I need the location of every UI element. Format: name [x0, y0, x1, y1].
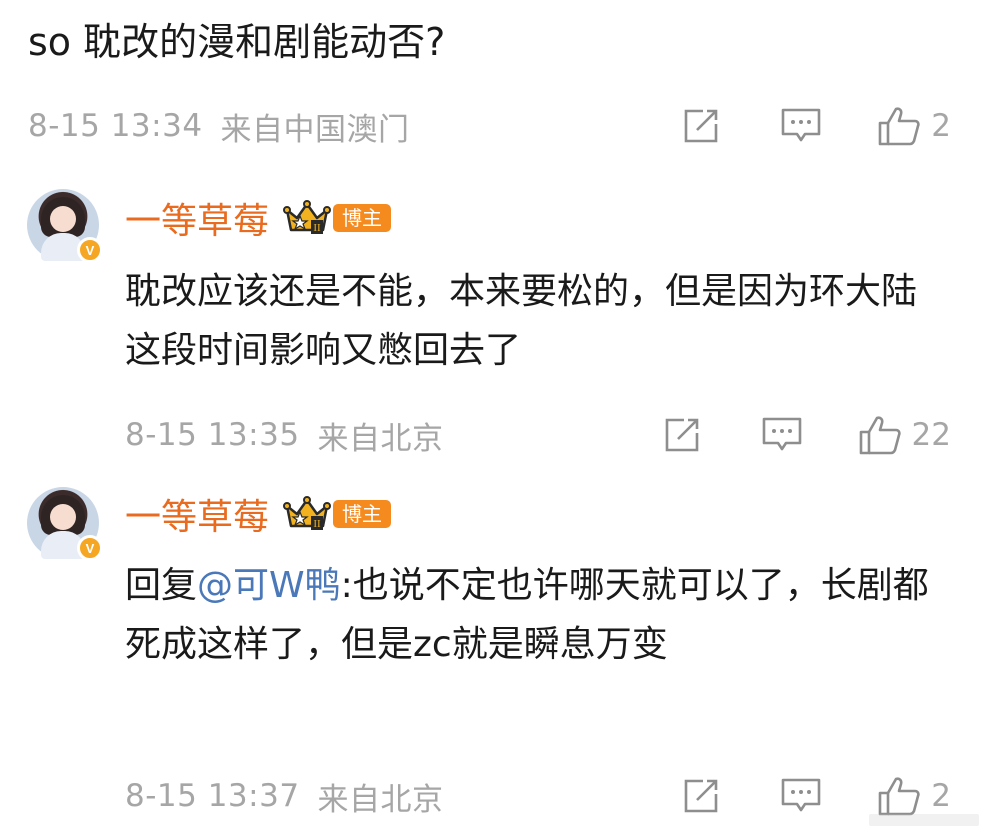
top-comment-actions: 2: [677, 101, 951, 151]
thumbs-up-icon: [859, 416, 901, 455]
comment-icon: [781, 778, 821, 812]
watermark-logo: [859, 809, 979, 831]
like-button[interactable]: 22: [858, 414, 951, 456]
comment-icon: [762, 417, 801, 451]
user-row: 一等草莓 II 博主: [125, 488, 392, 540]
verified-badge-icon: V: [77, 237, 103, 263]
like-button[interactable]: 2: [877, 105, 951, 147]
reply-text: 回复@可W鸭:也说不定也许哪天就可以了，长剧都死成这样了，但是zc就是瞬息万变: [125, 556, 945, 674]
user-row: 一等草莓 II 博主: [125, 192, 392, 244]
comment-button[interactable]: [758, 415, 806, 455]
username[interactable]: 一等草莓: [125, 488, 269, 540]
mention-link[interactable]: @可W鸭: [197, 565, 341, 606]
reply-text: 耽改应该还是不能，本来要松的，但是因为环大陆这段时间影响又憋回去了: [125, 271, 918, 371]
timestamp: 8-15 13:37: [125, 778, 300, 814]
username[interactable]: 一等草莓: [125, 192, 269, 244]
reply-actions: 22: [658, 410, 951, 460]
reply-meta: 8-15 13:35 来自北京: [125, 410, 444, 460]
avatar[interactable]: V: [27, 487, 103, 561]
location-source: 来自北京: [317, 781, 444, 818]
thumbs-up-icon: [878, 107, 920, 146]
blogger-badge: 博主: [333, 500, 392, 528]
top-comment-text: so 耽改的漫和剧能动否?: [28, 20, 446, 64]
verified-badge-icon: V: [77, 535, 103, 561]
svg-text:II: II: [313, 518, 321, 530]
like-count: 22: [911, 417, 951, 453]
timestamp: 8-15 13:35: [125, 417, 300, 453]
reply-meta: 8-15 13:37 来自北京: [125, 771, 444, 821]
location-source: 来自北京: [317, 420, 444, 457]
comment-button[interactable]: [777, 106, 825, 146]
svg-text:II: II: [313, 222, 321, 234]
share-icon: [684, 779, 718, 813]
top-comment-meta: 8-15 13:34 来自中国澳门: [28, 101, 410, 151]
share-button[interactable]: [677, 776, 725, 816]
timestamp: 8-15 13:34: [28, 108, 203, 144]
crown-level-icon: II: [283, 496, 332, 530]
share-button[interactable]: [677, 106, 725, 146]
like-count: 2: [931, 108, 951, 144]
share-icon: [684, 109, 718, 143]
share-button[interactable]: [658, 415, 706, 455]
share-icon: [665, 418, 698, 452]
crown-level-icon: II: [283, 200, 332, 234]
reply-prefix: 回复: [125, 565, 198, 606]
comment-icon: [781, 108, 821, 142]
avatar[interactable]: V: [27, 189, 103, 263]
location-source: 来自中国澳门: [220, 111, 410, 148]
blogger-badge: 博主: [333, 204, 392, 232]
comment-button[interactable]: [777, 776, 825, 816]
